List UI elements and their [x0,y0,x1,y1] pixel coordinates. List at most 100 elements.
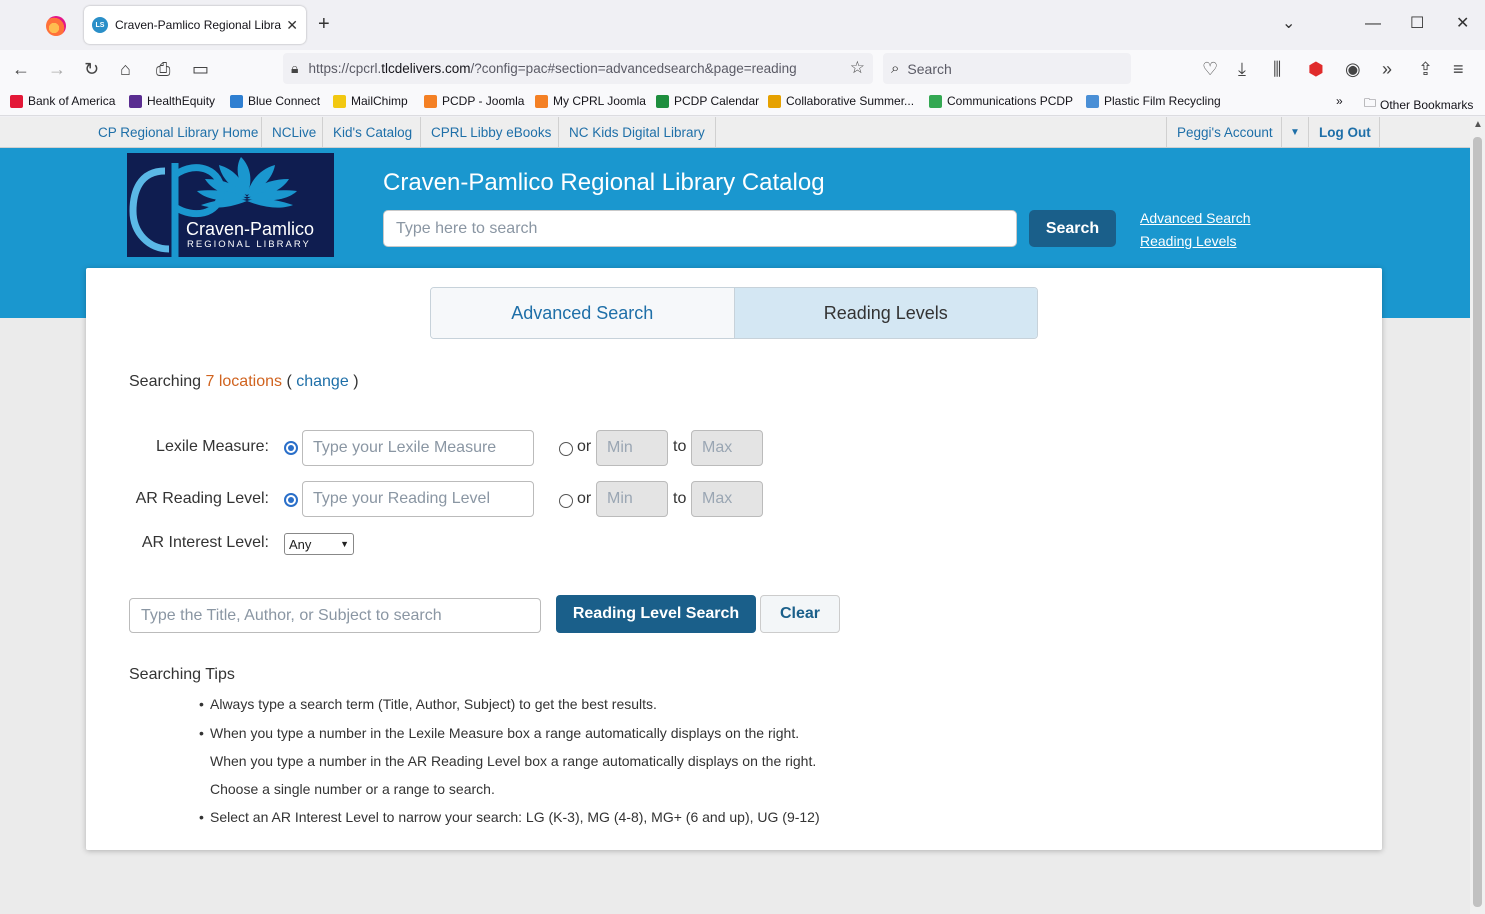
browser-tab[interactable]: LS Craven-Pamlico Regional Libra ✕ [84,6,306,44]
scroll-up-icon[interactable]: ▲ [1473,119,1483,130]
bookmarks-overflow-icon[interactable]: » [1336,94,1343,108]
bookmark-label: Collaborative Summer... [786,94,915,108]
other-bookmarks-label: Other Bookmarks [1380,97,1474,112]
bookmark-label: My CPRL Joomla [553,94,646,108]
ar-interest-label: AR Interest Level: [141,534,269,551]
lexile-range-radio[interactable] [559,442,573,456]
logout-link[interactable]: Log Out [1309,117,1380,148]
minimize-icon[interactable]: — [1365,14,1381,34]
print-icon[interactable]: ⎙ [156,58,170,80]
lexile-single-radio[interactable] [284,441,298,455]
advanced-search-link[interactable]: Advanced Search [1140,210,1251,226]
bookmark-star-icon[interactable]: ☆ [850,58,865,78]
locations-count[interactable]: 7 locations [206,373,283,390]
tab-reading-levels[interactable]: Reading Levels [734,288,1037,338]
bookmark-favicon-icon [768,94,781,108]
nav-cprl-libby-ebooks[interactable]: CPRL Libby eBooks [420,117,561,148]
url-bar[interactable]: 🔒︎ https://cpcrl.tlcdelivers.com/?config… [283,53,873,84]
lexile-or-label: or [577,438,592,455]
paren-close: ) [353,373,359,390]
folder-icon: 🗀 [1364,96,1377,110]
bookmark-label: Blue Connect [248,94,321,108]
reload-icon[interactable]: ↻ [84,58,99,80]
firefox-icon[interactable] [46,16,66,36]
new-tab-icon[interactable]: + [318,14,330,34]
list-tabs-icon[interactable]: ⌄ [1282,14,1295,34]
ar-range-radio[interactable] [559,494,573,508]
bookmark-label: PCDP - Joomla [442,94,525,108]
close-window-icon[interactable]: ✕ [1456,14,1469,34]
browser-search-placeholder: Search [907,60,952,77]
ar-interest-select[interactable]: Any ▼ [284,533,354,555]
ar-max-input[interactable] [691,481,763,517]
search-tabs: Advanced Search Reading Levels [430,287,1038,339]
lexile-min-input[interactable] [596,430,668,466]
searching-locations: Searching 7 locations ( change ) [129,373,359,391]
bookmark-label: HealthEquity [147,94,216,108]
clear-button[interactable]: Clear [760,595,840,633]
bookmark-item[interactable]: Blue Connect [230,94,320,108]
bookmark-item[interactable]: Communications PCDP [929,94,1073,108]
reading-levels-link[interactable]: Reading Levels [1140,233,1237,249]
ar-or-label: or [577,490,592,507]
bookmark-item[interactable]: HealthEquity [129,94,215,108]
account-dropdown-icon[interactable]: ▼ [1281,117,1309,148]
close-tab-icon[interactable]: ✕ [286,17,298,34]
library-icon[interactable]: ⫼ [1273,58,1281,80]
bookmark-item[interactable]: My CPRL Joomla [535,94,646,108]
bookmark-item[interactable]: MailChimp [333,94,408,108]
scrollbar-thumb[interactable] [1473,137,1482,907]
menu-icon[interactable]: ≡ [1453,58,1464,80]
browser-search-bar[interactable]: ⌕ Search [883,53,1131,84]
other-bookmarks[interactable]: 🗀 Other Bookmarks [1364,94,1473,115]
catalog-search-input[interactable] [383,210,1017,247]
chevron-down-icon: ▼ [340,539,349,549]
bookmark-item[interactable]: Collaborative Summer... [768,94,914,108]
download-icon[interactable]: ⤓ [1238,58,1246,80]
bookmark-favicon-icon [230,94,243,108]
ar-reading-level-input[interactable] [302,481,534,517]
nav-cp-regional-library-home[interactable]: CP Regional Library Home [88,117,268,148]
page-viewport: CP Regional Library Home NCLive Kid's Ca… [0,117,1470,914]
screenshot-icon[interactable]: ▭ [192,58,209,80]
bookmark-label: PCDP Calendar [674,94,760,108]
catalog-search-button[interactable]: Search [1029,210,1116,247]
forward-icon[interactable]: → [48,58,66,80]
account-link[interactable]: Peggi's Account [1166,117,1283,148]
ar-min-input[interactable] [596,481,668,517]
ar-single-radio[interactable] [284,493,298,507]
favicon-icon: LS [92,17,108,33]
bookmark-item[interactable]: Bank of America [10,94,115,108]
keyword-search-input[interactable] [129,598,541,633]
bookmark-item[interactable]: Plastic Film Recycling [1086,94,1221,108]
nav-kids-catalog[interactable]: Kid's Catalog [322,117,422,148]
lexile-measure-input[interactable] [302,430,534,466]
pocket-icon[interactable]: ♡ [1202,58,1218,80]
reading-level-search-button[interactable]: Reading Level Search [556,595,756,633]
more-tools-icon[interactable]: » [1382,58,1392,80]
adblock-icon[interactable]: ⬢ [1308,58,1324,80]
bookmark-item[interactable]: PCDP Calendar [656,94,759,108]
nav-nclive[interactable]: NCLive [261,117,326,148]
library-logo[interactable]: Craven-Pamlico REGIONAL LIBRARY [127,153,334,257]
extension-icon[interactable]: ◉ [1345,58,1361,80]
home-icon[interactable]: ⌂ [120,58,131,80]
bookmark-item[interactable]: PCDP - Joomla [424,94,524,108]
page-scrollbar[interactable]: ▲ [1470,117,1485,914]
maximize-icon[interactable]: ☐ [1410,14,1424,34]
logo-subtitle: REGIONAL LIBRARY [187,239,311,250]
url-text[interactable]: https://cpcrl.tlcdelivers.com/?config=pa… [308,61,808,76]
ar-interest-value: Any [289,536,312,552]
back-icon[interactable]: ← [12,58,30,80]
bookmark-favicon-icon [10,94,23,108]
bookmark-label: Communications PCDP [947,94,1074,108]
bookmark-label: MailChimp [351,94,408,108]
lexile-to-label: to [673,438,687,455]
tab-advanced-search[interactable]: Advanced Search [431,288,735,338]
nav-nc-kids-digital-library[interactable]: NC Kids Digital Library [558,117,716,148]
lexile-max-input[interactable] [691,430,763,466]
share-icon[interactable]: ⇪ [1418,58,1433,80]
search-icon: ⌕ [891,60,900,77]
bookmark-favicon-icon [424,94,437,108]
change-locations-link[interactable]: change [296,373,349,390]
